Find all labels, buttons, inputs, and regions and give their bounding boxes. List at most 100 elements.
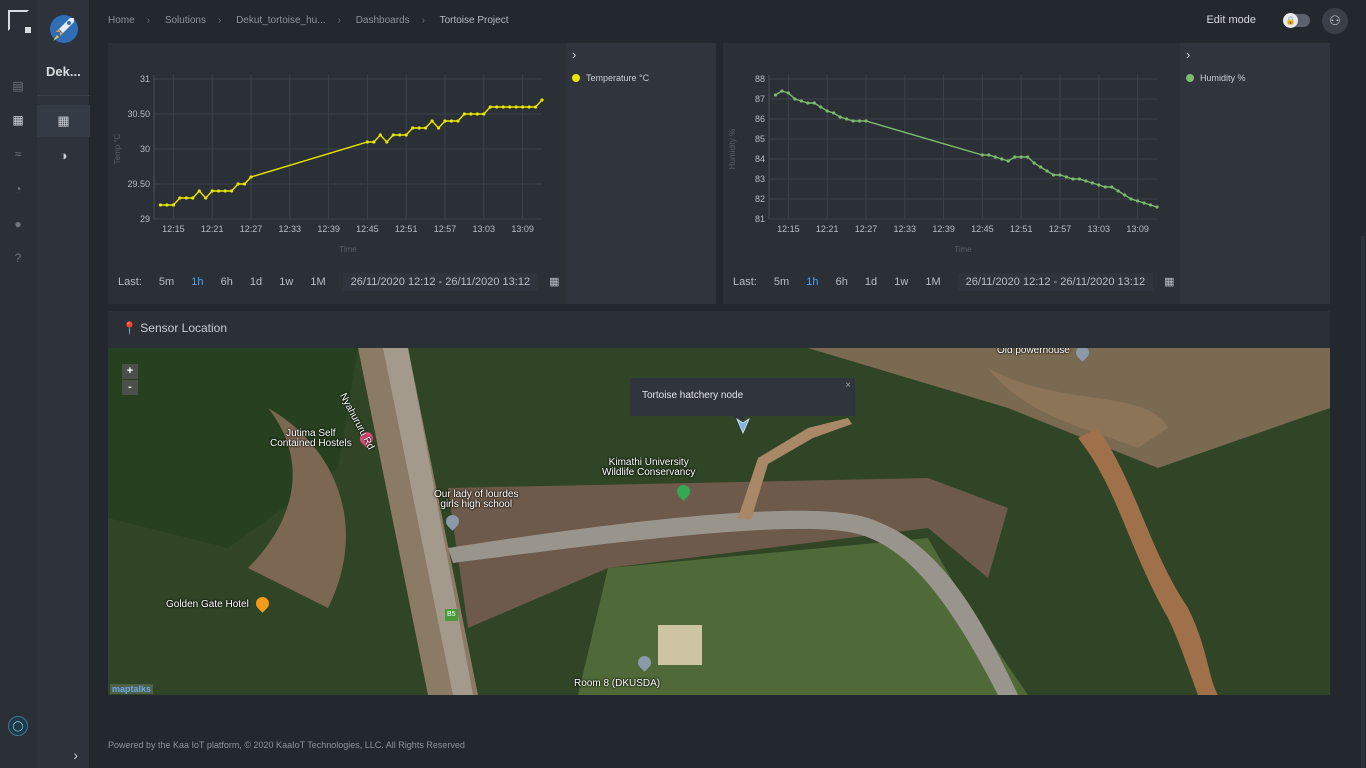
y-tick-label: 29.50: [127, 179, 150, 189]
breadcrumb-current: Tortoise Project: [439, 15, 509, 26]
devices-icon[interactable]: ▤: [9, 77, 27, 95]
top-bar: Home › Solutions › Dekut_tortoise_hu... › D…: [90, 0, 1366, 42]
range-1d[interactable]: 1d: [250, 276, 262, 288]
y-tick-label: 81: [755, 214, 765, 224]
data-point: [786, 91, 790, 95]
range-5m[interactable]: 5m: [774, 276, 789, 288]
range-1M[interactable]: 1M: [925, 276, 940, 288]
data-point: [1110, 185, 1114, 189]
sensor-marker-icon[interactable]: [736, 418, 750, 434]
chevron-right-icon[interactable]: ›: [37, 742, 90, 768]
data-point: [1077, 177, 1081, 181]
temperature-widget: 31 30.50 30 29.50 29 12:15 12:21 12:27 12:33 12:3…: [108, 43, 716, 304]
data-point: [1116, 189, 1120, 193]
data-point: [864, 119, 868, 123]
analytics-icon[interactable]: ≈: [9, 145, 27, 163]
x-tick-label: 12:45: [971, 224, 994, 234]
range-1h[interactable]: 1h: [191, 276, 203, 288]
data-point: [230, 189, 234, 193]
data-point: [1058, 173, 1062, 177]
x-tick-label: 13:03: [473, 224, 496, 234]
data-point: [495, 105, 499, 109]
chat-icon[interactable]: ◯: [8, 716, 28, 736]
legend-item[interactable]: Humidity %: [1186, 73, 1246, 83]
breadcrumb-solution[interactable]: Dekut_tortoise_hu...: [236, 15, 326, 26]
apps-grid-icon[interactable]: ▦: [9, 111, 27, 129]
help-icon[interactable]: ?: [9, 249, 27, 267]
user-avatar-icon[interactable]: ⚇: [1322, 8, 1348, 34]
data-point: [424, 126, 428, 130]
data-point: [475, 112, 479, 116]
data-point: [806, 101, 810, 105]
legend-dot: [1186, 74, 1194, 82]
chevron-right-icon[interactable]: ›: [1186, 47, 1190, 62]
data-point: [242, 182, 247, 186]
solution-title: Dek...: [46, 64, 81, 79]
data-point: [443, 119, 447, 123]
range-1h[interactable]: 1h: [806, 276, 818, 288]
calendar-icon[interactable]: ▦: [549, 275, 559, 288]
x-tick-label: 12:57: [1049, 224, 1072, 234]
breadcrumb-dashboards[interactable]: Dashboards: [356, 15, 410, 26]
zoom-out-button[interactable]: -: [122, 380, 138, 395]
data-point: [171, 203, 175, 207]
humidity-legend-panel: › Humidity %: [1180, 43, 1330, 304]
date-range-field[interactable]: 26/11/2020 12:12 - 26/11/2020 13:12: [342, 273, 539, 291]
range-1d[interactable]: 1d: [865, 276, 877, 288]
data-point: [993, 155, 997, 159]
x-tick-label: 12:45: [356, 224, 379, 234]
data-point: [773, 93, 778, 97]
satellite-map[interactable]: + - Tortoise hatchery node × Jutima Self…: [108, 348, 1330, 695]
x-tick-label: 12:57: [434, 224, 457, 234]
solution-panel: Dek... ▦ ◑ ›: [37, 0, 90, 768]
data-point: [1148, 203, 1153, 207]
map-header: 📍 Sensor Location: [122, 321, 227, 335]
sensor-location-widget: 📍 Sensor Location + - Tortoise hatchery …: [108, 311, 1330, 695]
legend-item[interactable]: Temperature °C: [572, 73, 649, 83]
data-point: [1032, 161, 1036, 165]
data-point: [540, 98, 544, 102]
breadcrumb-solutions[interactable]: Solutions: [165, 15, 206, 26]
account-icon[interactable]: ●: [9, 215, 27, 233]
data-point: [249, 175, 253, 179]
data-point: [197, 189, 201, 193]
data-point: [799, 99, 803, 103]
breadcrumb-home[interactable]: Home: [108, 15, 135, 26]
dashboard-icon[interactable]: ▦: [37, 105, 90, 137]
legend-dot: [572, 74, 580, 82]
y-tick-label: 30.50: [127, 109, 150, 119]
bell-icon[interactable]: ◔: [9, 180, 27, 198]
zoom-in-button[interactable]: +: [122, 364, 138, 379]
calendar-icon[interactable]: ▦: [1164, 275, 1174, 288]
range-1M[interactable]: 1M: [310, 276, 325, 288]
kaa-logo-icon[interactable]: [8, 10, 31, 33]
series-line: [775, 90, 1158, 208]
edit-mode-toggle[interactable]: 🔒: [1283, 13, 1310, 28]
edit-mode-label: Edit mode: [1206, 14, 1256, 26]
range-1w[interactable]: 1w: [894, 276, 908, 288]
chevron-right-icon[interactable]: ›: [572, 47, 576, 62]
series-line: [160, 99, 543, 206]
y-tick-label: 88: [755, 74, 765, 84]
data-point: [372, 140, 376, 144]
range-5m[interactable]: 5m: [159, 276, 174, 288]
popup-close-icon[interactable]: ×: [845, 380, 851, 391]
last-label: Last:: [118, 276, 142, 288]
map-attribution[interactable]: maptalks: [110, 684, 154, 694]
data-point: [501, 105, 505, 109]
data-point: [987, 153, 991, 157]
range-1w[interactable]: 1w: [279, 276, 293, 288]
lock-icon: 🔒: [1283, 13, 1298, 28]
range-6h[interactable]: 6h: [836, 276, 848, 288]
date-range-field[interactable]: 26/11/2020 12:12 - 26/11/2020 13:12: [957, 273, 1154, 291]
x-tick-label: 12:15: [777, 224, 800, 234]
x-tick-label: 13:09: [511, 224, 534, 234]
y-tick-label: 83: [755, 174, 765, 184]
breadcrumb: Home › Solutions › Dekut_tortoise_hu... › D…: [108, 15, 509, 26]
data-point: [1142, 201, 1146, 205]
scrollbar[interactable]: [1361, 236, 1365, 768]
theme-contrast-icon[interactable]: ◑: [37, 140, 90, 172]
range-6h[interactable]: 6h: [221, 276, 233, 288]
data-point: [521, 105, 525, 109]
y-tick-label: 84: [755, 154, 765, 164]
